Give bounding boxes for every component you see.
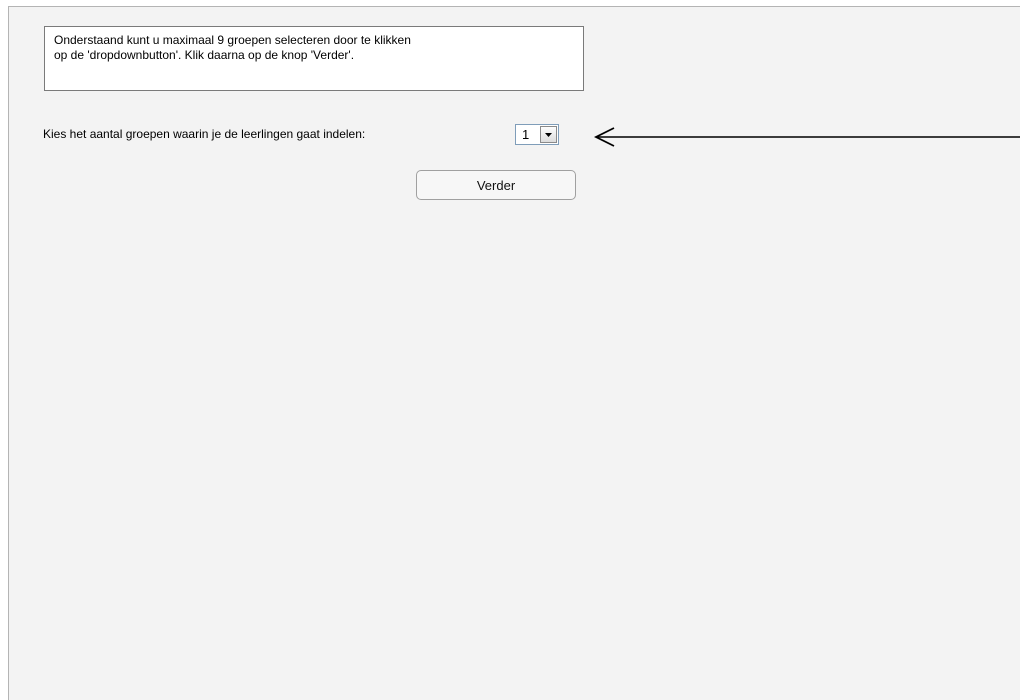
instruction-line-1: Onderstaand kunt u maximaal 9 groepen se… bbox=[54, 33, 411, 47]
instruction-line-2: op de 'dropdownbutton'. Klik daarna op d… bbox=[54, 48, 355, 62]
continue-button[interactable]: Verder bbox=[416, 170, 576, 200]
chevron-down-icon bbox=[545, 132, 552, 137]
dropdown-button[interactable] bbox=[540, 126, 557, 143]
group-count-selected-value: 1 bbox=[522, 127, 530, 142]
page-frame bbox=[8, 6, 1020, 700]
group-count-label: Kies het aantal groepen waarin je de lee… bbox=[43, 127, 366, 141]
group-count-select[interactable]: 1 bbox=[515, 124, 559, 145]
arrow-left-icon bbox=[593, 127, 1020, 147]
instruction-box: Onderstaand kunt u maximaal 9 groepen se… bbox=[44, 26, 584, 91]
